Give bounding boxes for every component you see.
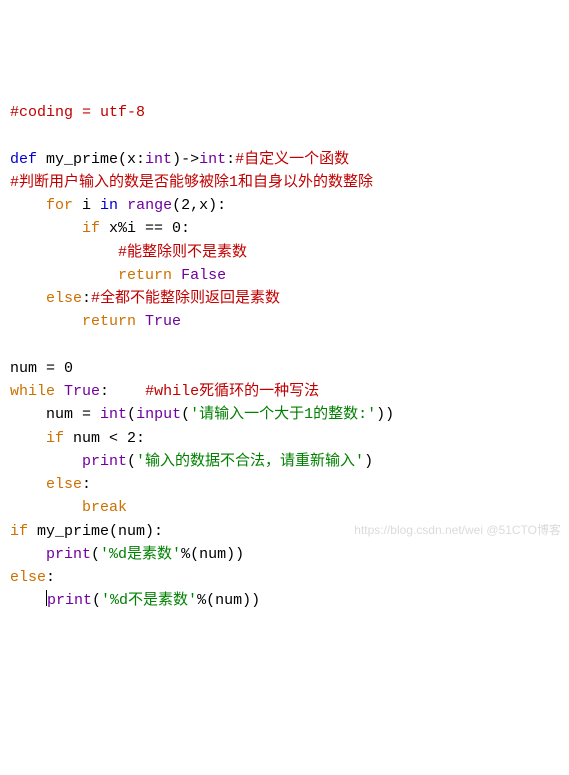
paren: )	[364, 453, 373, 470]
comment: #coding = utf-8	[10, 104, 145, 121]
keyword-if: if	[10, 523, 28, 540]
string: '请输入一个大于1的整数:'	[190, 406, 376, 423]
space	[172, 267, 181, 284]
assign: num =	[46, 406, 100, 423]
keyword-else: else	[46, 476, 82, 493]
indent	[10, 476, 46, 493]
keyword-return: return	[118, 267, 172, 284]
indent	[10, 244, 118, 261]
paren: (	[92, 592, 101, 609]
watermark: https://blog.csdn.net/wei @51CTO博客	[354, 521, 561, 540]
space	[136, 313, 145, 330]
comment: #判断用户输入的数是否能够被除1和自身以外的数整除	[10, 174, 373, 191]
colon: :	[82, 476, 91, 493]
space	[118, 197, 127, 214]
builtin-int: int	[100, 406, 127, 423]
paren: (	[91, 546, 100, 563]
comment: #全都不能整除则返回是素数	[91, 290, 280, 307]
const-true: True	[145, 313, 181, 330]
const-false: False	[181, 267, 226, 284]
indent	[10, 290, 46, 307]
keyword-else: else	[10, 569, 46, 586]
string: '%d不是素数'	[101, 592, 197, 609]
assign: num = 0	[10, 360, 73, 377]
comment: #能整除则不是素数	[118, 244, 247, 261]
keyword-in: in	[100, 197, 118, 214]
indent	[10, 220, 82, 237]
space	[55, 383, 64, 400]
type-int: int	[199, 151, 226, 168]
arrow: )->	[172, 151, 199, 168]
condition: x%i == 0:	[100, 220, 190, 237]
keyword-for: for	[46, 197, 73, 214]
keyword-while: while	[10, 383, 55, 400]
const-true: True	[64, 383, 100, 400]
indent	[10, 499, 82, 516]
builtin-print: print	[47, 592, 92, 609]
indent	[10, 267, 118, 284]
indent	[10, 592, 46, 609]
paren: (	[181, 406, 190, 423]
type-int: int	[145, 151, 172, 168]
indent	[10, 430, 46, 447]
colon: :	[82, 290, 91, 307]
var: i	[73, 197, 100, 214]
func-name: my_prime(x:	[37, 151, 145, 168]
call: my_prime(num):	[28, 523, 163, 540]
rest: %(num))	[197, 592, 260, 609]
string: '%d是素数'	[100, 546, 181, 563]
string: '输入的数据不合法，请重新输入'	[136, 453, 364, 470]
builtin-print: print	[82, 453, 127, 470]
comment: #while死循环的一种写法	[145, 383, 319, 400]
keyword-break: break	[82, 499, 127, 516]
builtin-range: range	[127, 197, 172, 214]
builtin-input: input	[136, 406, 181, 423]
keyword-else: else	[46, 290, 82, 307]
args: (2,x):	[172, 197, 226, 214]
colon: :	[100, 383, 145, 400]
indent	[10, 406, 46, 423]
paren: ))	[376, 406, 394, 423]
comment: #自定义一个函数	[235, 151, 349, 168]
indent	[10, 313, 82, 330]
rest: %(num))	[181, 546, 244, 563]
keyword-if: if	[46, 430, 64, 447]
builtin-print: print	[46, 546, 91, 563]
indent	[10, 197, 46, 214]
colon: :	[46, 569, 55, 586]
keyword-if: if	[82, 220, 100, 237]
paren: (	[127, 453, 136, 470]
paren: (	[127, 406, 136, 423]
keyword-def: def	[10, 151, 37, 168]
colon: :	[226, 151, 235, 168]
indent	[10, 453, 82, 470]
indent	[10, 546, 46, 563]
condition: num < 2:	[64, 430, 145, 447]
keyword-return: return	[82, 313, 136, 330]
